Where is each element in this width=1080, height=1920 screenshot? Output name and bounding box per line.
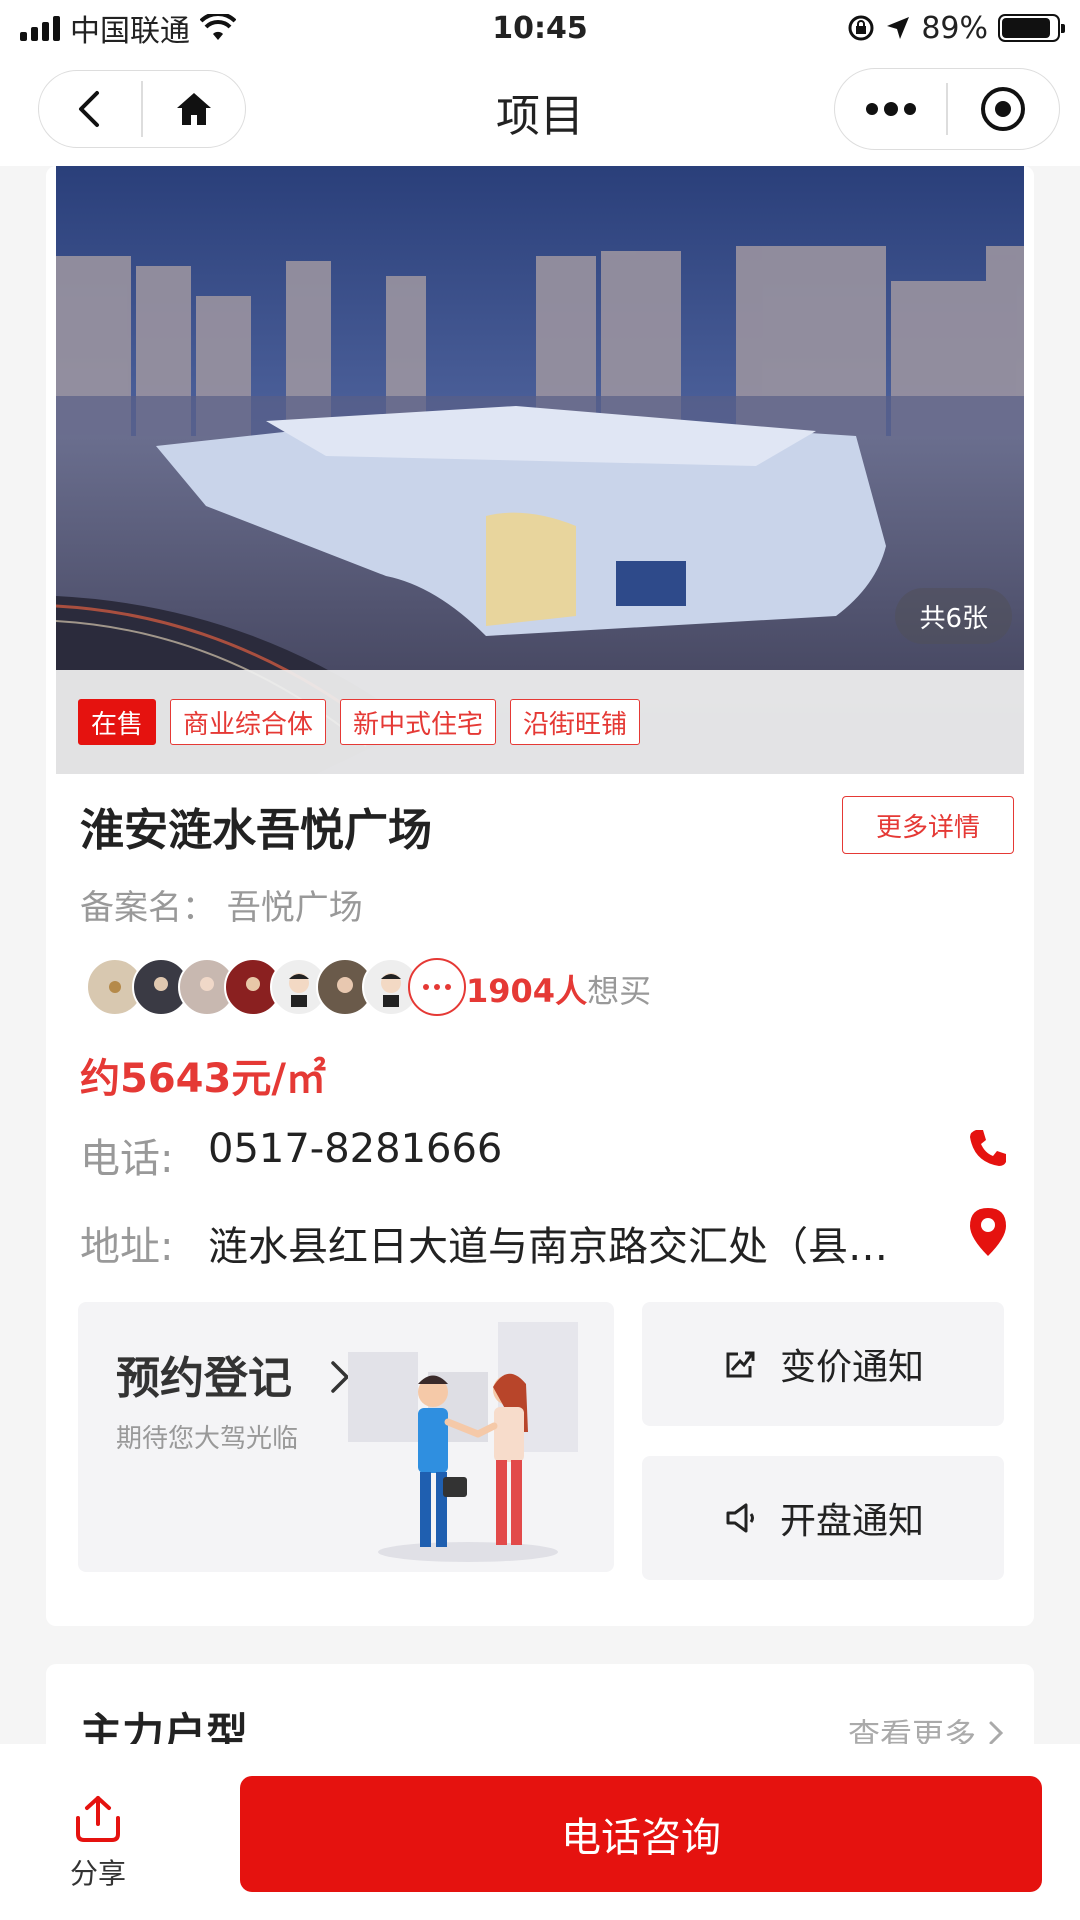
- address[interactable]: 涟水县红日大道与南京路交汇处（县…: [208, 1214, 888, 1272]
- chevron-right-icon: [989, 1721, 1004, 1745]
- interested-users-avatars[interactable]: [86, 958, 466, 1016]
- tag-commercial-complex: 商业综合体: [170, 699, 327, 745]
- tag-residential: 新中式住宅: [340, 699, 497, 745]
- want-count: 1904人: [466, 972, 588, 1010]
- more-dots-icon: [865, 102, 916, 116]
- clock: 10:45: [492, 10, 588, 46]
- phone-icon: [970, 1130, 1006, 1166]
- status-bar: 中国联通 10:45 89%: [0, 0, 1080, 56]
- battery-icon: [998, 14, 1065, 42]
- carrier-name: 中国联通: [70, 14, 190, 49]
- target-icon: [981, 87, 1026, 131]
- project-card: 共6张 在售 商业综合体 新中式住宅 沿街旺铺 淮安涟水吾悦广场 更多详情 备案…: [46, 166, 1034, 1626]
- share-label: 分享: [69, 1857, 126, 1890]
- booking-card[interactable]: 预约登记 期待您大驾光临: [78, 1302, 614, 1572]
- signal-icon: [20, 15, 60, 41]
- phone-number[interactable]: 0517-8281666: [208, 1126, 502, 1172]
- tag-on-sale: 在售: [78, 699, 157, 745]
- price-change-notify-button[interactable]: 变价通知: [642, 1302, 1004, 1426]
- tag-bar: 在售 商业综合体 新中式住宅 沿街旺铺: [56, 670, 1024, 774]
- map-location-button[interactable]: [966, 1206, 1010, 1262]
- booking-subtitle: 期待您大驾光临: [116, 1424, 299, 1454]
- more-details-button[interactable]: 更多详情: [842, 796, 1014, 854]
- trend-share-icon: [726, 1351, 755, 1378]
- price-change-notify-label: 变价通知: [779, 1347, 924, 1388]
- opening-notify-label: 开盘通知: [779, 1501, 924, 1542]
- address-label: 地址:: [80, 1224, 174, 1270]
- phone-consult-button[interactable]: 电话咨询: [240, 1776, 1042, 1892]
- booking-title: 预约登记: [116, 1342, 355, 1406]
- phone-label: 电话:: [80, 1136, 174, 1182]
- navigation-bar: 项目: [0, 56, 1080, 166]
- close-miniprogram-button[interactable]: [948, 69, 1059, 149]
- price: 约5643元/㎡: [80, 1056, 326, 1102]
- handshake-illustration: [348, 1322, 578, 1562]
- photo-count-badge[interactable]: 共6张: [895, 588, 1012, 644]
- more-users-icon: [408, 958, 466, 1016]
- battery-percent: 89%: [921, 10, 988, 46]
- share-button[interactable]: 分享: [58, 1794, 138, 1892]
- more-menu-button[interactable]: [835, 69, 946, 149]
- share-icon: [76, 1796, 120, 1842]
- speaker-icon: [726, 1503, 754, 1533]
- bottom-action-bar: 分享 电话咨询: [0, 1744, 1080, 1920]
- wifi-icon: [200, 14, 236, 40]
- call-button[interactable]: [966, 1126, 1010, 1174]
- tag-shops: 沿街旺铺: [510, 699, 641, 745]
- orientation-lock-icon: [848, 15, 874, 41]
- want-to-buy-count: 1904人想买: [466, 966, 651, 1012]
- want-label: 想买: [587, 972, 652, 1010]
- project-photo[interactable]: 共6张 在售 商业综合体 新中式住宅 沿街旺铺: [56, 166, 1024, 774]
- location-pin-icon: [970, 1208, 1006, 1256]
- location-arrow-icon: [887, 17, 910, 39]
- mini-program-capsule: [834, 68, 1060, 150]
- project-name: 淮安涟水吾悦广场: [80, 805, 432, 856]
- opening-notify-button[interactable]: 开盘通知: [642, 1456, 1004, 1580]
- record-name: 备案名： 吾悦广场: [80, 888, 363, 928]
